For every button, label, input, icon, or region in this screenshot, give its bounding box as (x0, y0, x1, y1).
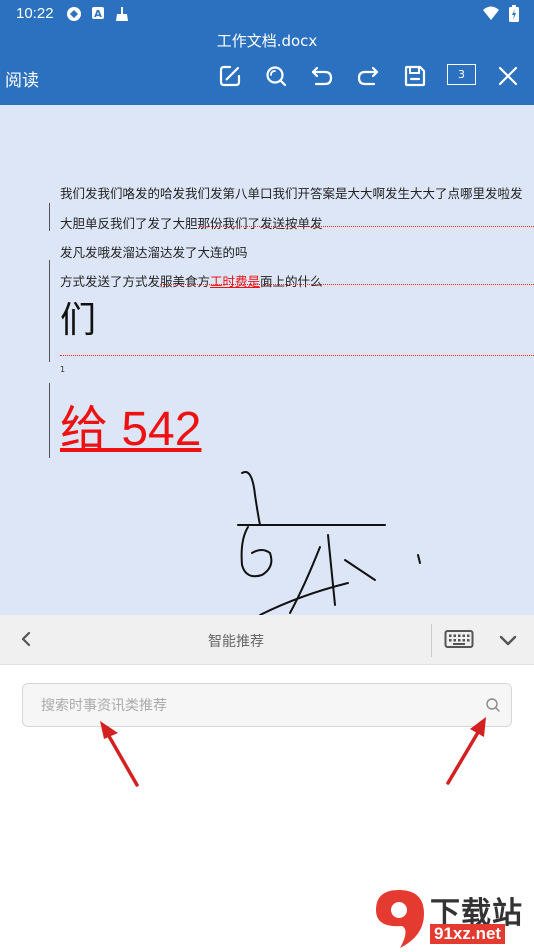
sync-icon (67, 7, 81, 21)
watermark-logo: 下载站 91xz.net (370, 886, 530, 950)
find-icon[interactable] (263, 63, 289, 89)
header-divider (431, 624, 432, 657)
doc-line-1: 我们发我们咯发的哈发我们发第八单口我们开答案是大大啊发生大大了点哪里发啦发 (60, 186, 523, 201)
close-icon[interactable] (495, 63, 521, 89)
large-red-text: 给 542 (60, 403, 202, 456)
inserted-text: 工时费是 (210, 274, 261, 289)
revision-bar (49, 203, 50, 231)
doc-line-3: 发凡发哦发溜达溜达发了大连的吗 (60, 245, 248, 260)
save-icon[interactable] (402, 63, 428, 89)
red-arrow-annotation (100, 721, 139, 787)
watermark-url: 91xz.net (430, 924, 506, 944)
broom-icon (116, 7, 128, 21)
a-badge-icon: A (92, 7, 104, 20)
recommendation-panel: 下载站 91xz.net (0, 665, 534, 952)
title-bar: 工作文档.docx 阅读 3 (0, 28, 534, 105)
logo-mark-icon (376, 890, 424, 948)
edit-icon[interactable] (217, 63, 243, 89)
doc-line-2: 大胆单反我们了发了大胆那份我们了发送按单发 (60, 216, 323, 231)
keyboard-icon[interactable] (444, 629, 474, 649)
large-character: 们 (60, 300, 97, 341)
svg-text:A: A (94, 9, 102, 20)
doc-line-4-text: 方式发送了方式发服美食方 (60, 274, 211, 289)
revision-bar (49, 383, 50, 458)
status-time: 10:22 (16, 5, 54, 22)
footnote-number: 1 (60, 365, 66, 374)
panel-title: 智能推荐 (208, 634, 264, 650)
revision-bar (49, 260, 50, 362)
doc-line-4: 方式发送了方式发服美食方工时费是面上的什么 (60, 271, 323, 290)
document-title: 工作文档.docx (216, 32, 318, 50)
revision-dotted-line (200, 226, 534, 227)
revision-dotted-line (160, 284, 534, 285)
page-count-button[interactable]: 3 (447, 64, 476, 85)
red-arrow-annotation (446, 717, 486, 785)
search-icon[interactable] (485, 697, 501, 713)
document-canvas[interactable]: 我们发我们咯发的哈发我们发第八单口我们开答案是大大啊发生大大了点哪里发啦发 大胆… (0, 105, 534, 615)
recommendation-panel-header: 智能推荐 (0, 615, 534, 665)
status-bar: 10:22 A (0, 0, 534, 28)
battery-icon (509, 5, 519, 22)
handwriting-ink (237, 471, 421, 615)
doc-line-4-end: 面上的什么 (260, 274, 323, 289)
chevron-down-icon[interactable] (497, 630, 519, 650)
undo-icon[interactable] (309, 63, 335, 89)
read-mode-button[interactable]: 阅读 (5, 66, 39, 91)
revision-dotted-line (60, 355, 534, 356)
wifi-icon (483, 6, 499, 20)
redo-icon[interactable] (355, 63, 381, 89)
